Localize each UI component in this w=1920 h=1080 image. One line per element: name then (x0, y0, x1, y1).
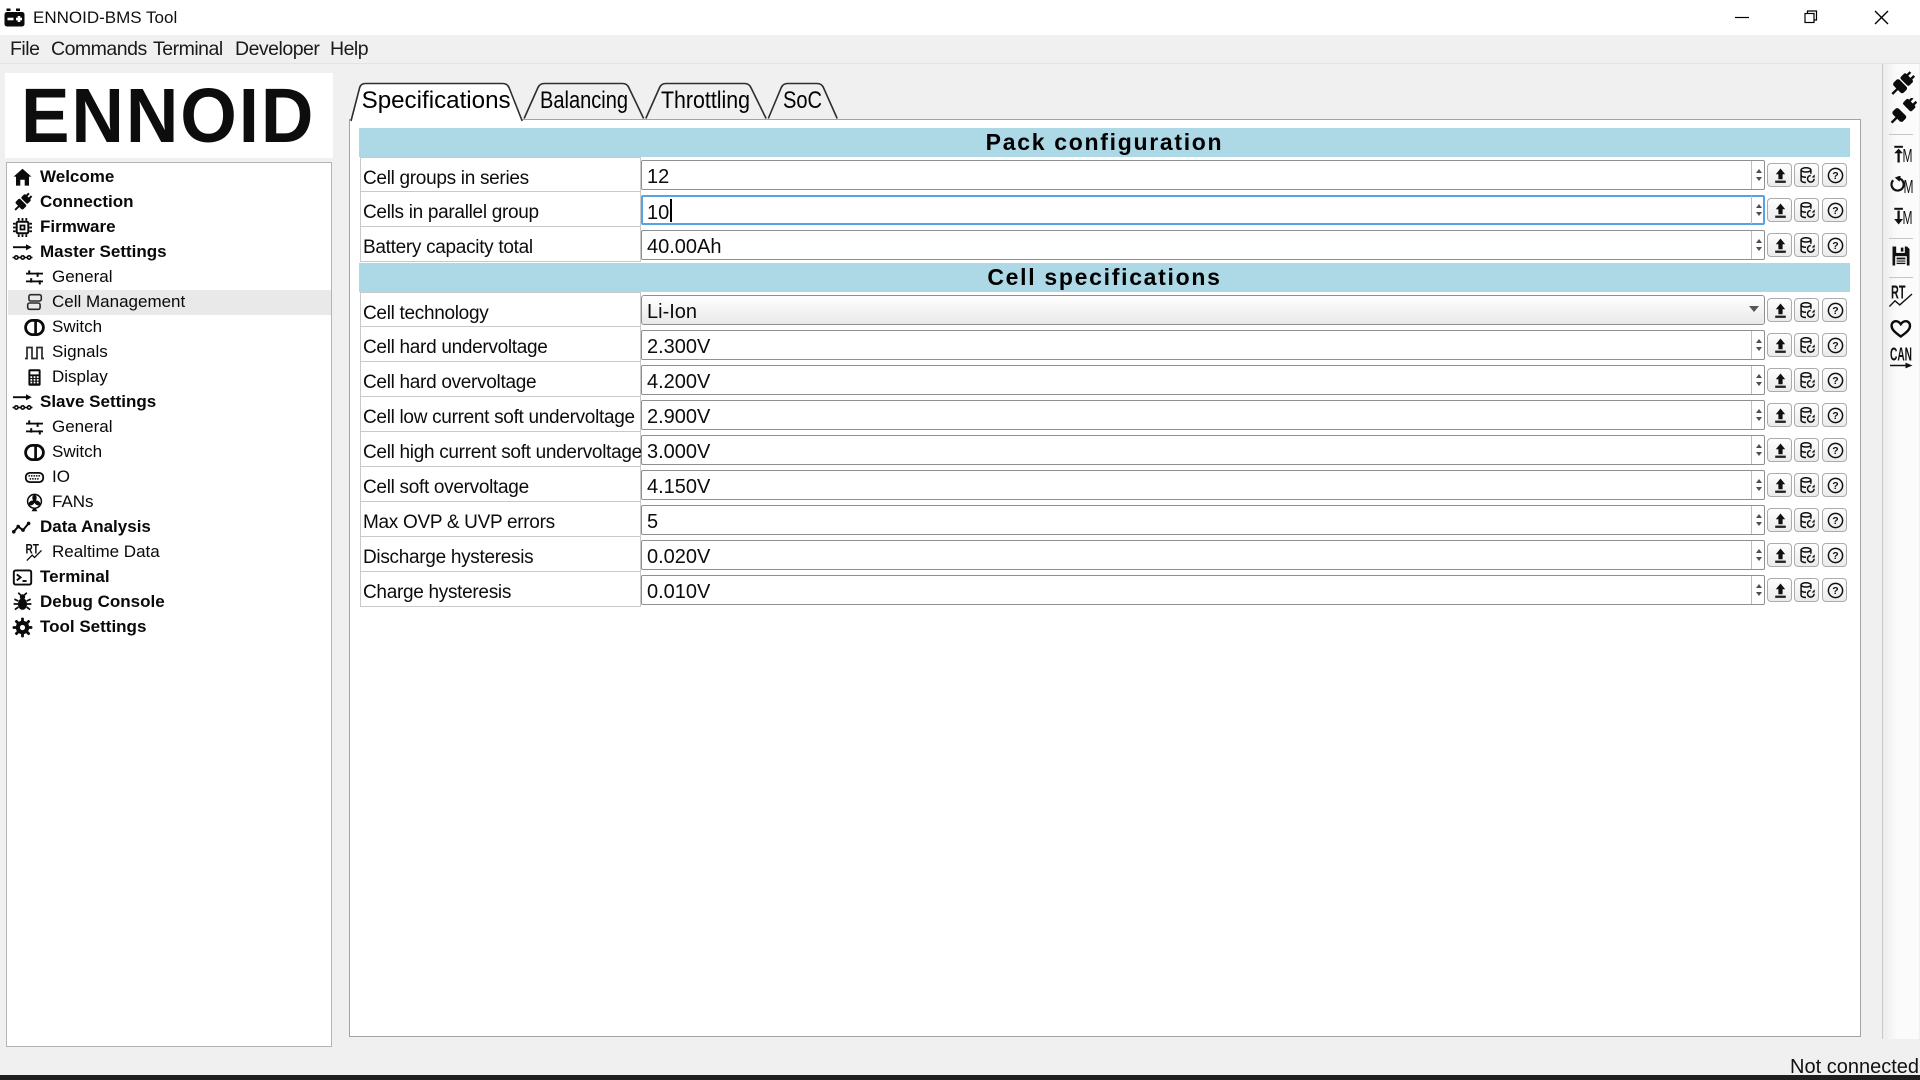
svg-text:?: ? (1832, 550, 1838, 562)
svg-text:?: ? (1832, 305, 1838, 317)
svg-text:?: ? (1832, 445, 1838, 457)
svg-text:M: M (1903, 208, 1913, 226)
svg-text:?: ? (1832, 585, 1838, 597)
svg-text:CAN: CAN (1890, 346, 1912, 365)
svg-text:Specifications: Specifications (362, 87, 511, 114)
svg-text:?: ? (1832, 205, 1838, 217)
svg-text:?: ? (1832, 480, 1838, 492)
svg-text:SoC: SoC (783, 87, 822, 114)
svg-text:?: ? (1832, 240, 1838, 252)
svg-text:Throttling: Throttling (661, 87, 750, 114)
svg-text:M: M (1903, 146, 1913, 164)
svg-text:?: ? (1832, 340, 1838, 352)
svg-text:?: ? (1832, 410, 1838, 422)
svg-text:M: M (1904, 177, 1914, 195)
svg-text:?: ? (1832, 375, 1838, 387)
svg-text:RT: RT (1891, 283, 1906, 303)
svg-text:Balancing: Balancing (540, 87, 628, 114)
svg-text:?: ? (1832, 170, 1838, 182)
svg-text:?: ? (1832, 515, 1838, 527)
